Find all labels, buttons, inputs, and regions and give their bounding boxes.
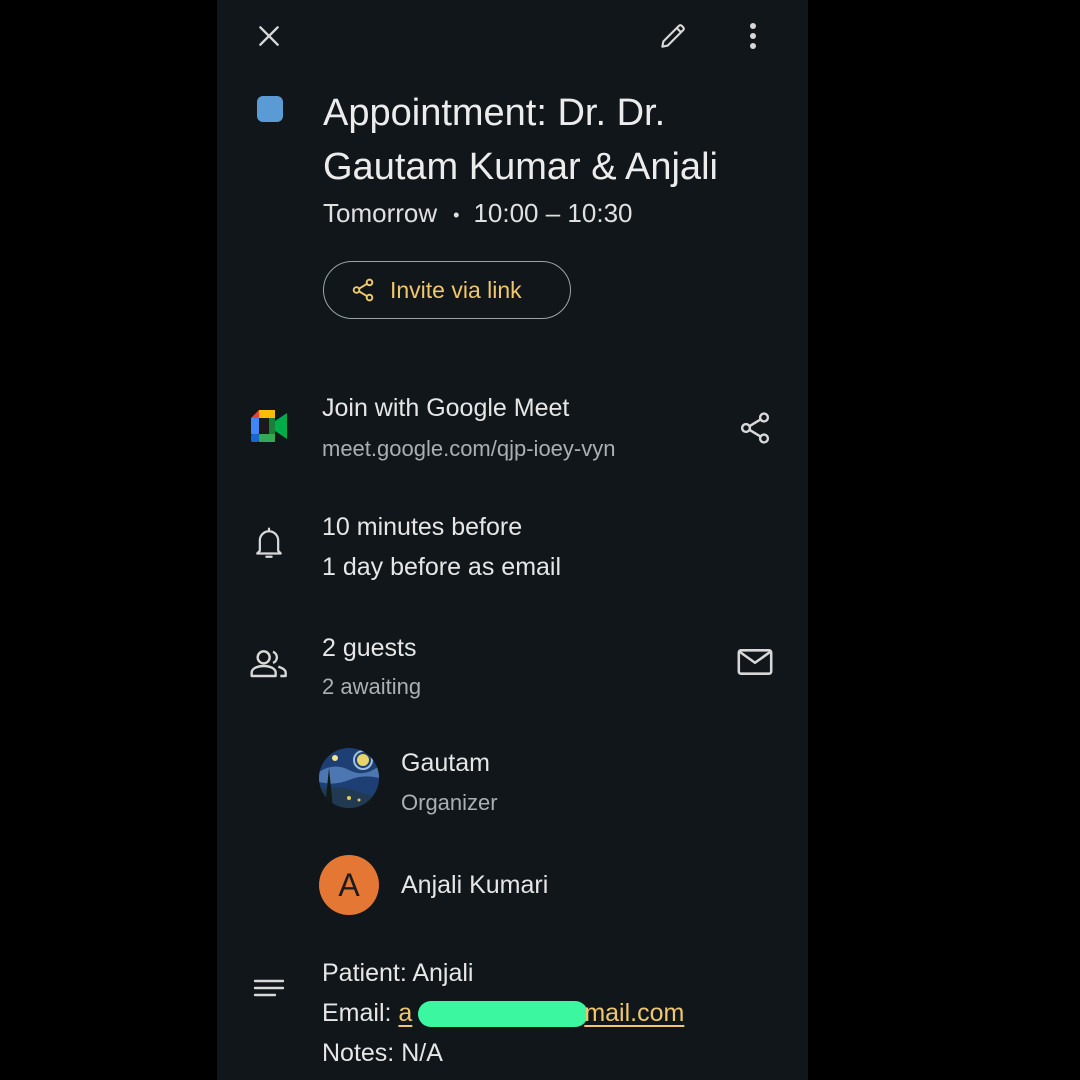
guest-count: 2 guests	[322, 634, 417, 662]
event-detail-screen: Appointment: Dr. Dr. Gautam Kumar & Anja…	[217, 0, 808, 1080]
guest-status: 2 awaiting	[322, 674, 422, 699]
share-icon	[740, 412, 770, 444]
email-label: Email:	[322, 999, 392, 1027]
meet-url[interactable]: meet.google.com/qjp-ioey-vyn	[322, 436, 615, 462]
google-meet-icon	[251, 410, 289, 442]
description-email: Email: a mail.com	[322, 999, 684, 1028]
invite-via-link-button[interactable]: Invite via link	[323, 261, 571, 319]
edit-button[interactable]	[651, 14, 695, 58]
close-icon	[259, 26, 279, 46]
event-time: 10:00 – 10:30	[473, 198, 633, 228]
bell-icon	[253, 526, 285, 560]
guest-role: Organizer	[401, 790, 498, 815]
avatar[interactable]	[319, 748, 379, 808]
notification-1[interactable]: 10 minutes before	[322, 513, 522, 542]
guest-name[interactable]: Anjali Kumari	[401, 871, 548, 900]
avatar[interactable]: A	[319, 855, 379, 915]
email-link[interactable]: a mail.com	[398, 999, 685, 1028]
share-icon	[352, 278, 374, 302]
email-end: mail.com	[584, 999, 685, 1027]
event-color-square	[257, 96, 283, 122]
more-vert-icon	[750, 23, 756, 49]
email-start: a	[398, 999, 413, 1027]
share-meet-button[interactable]	[731, 404, 779, 452]
invite-label: Invite via link	[390, 276, 522, 303]
separator-dot: •	[453, 204, 460, 225]
description-notes: Notes: N/A	[322, 1039, 443, 1067]
event-title: Appointment: Dr. Dr. Gautam Kumar & Anja…	[323, 92, 718, 188]
close-button[interactable]	[249, 16, 289, 56]
redaction-mark	[418, 1001, 589, 1028]
pencil-icon	[661, 24, 685, 48]
people-icon	[249, 648, 289, 680]
starry-night-avatar-image	[319, 748, 379, 808]
join-google-meet-link[interactable]: Join with Google Meet	[322, 394, 569, 423]
mail-icon	[737, 649, 773, 675]
event-datetime: Tomorrow • 10:00 – 10:30	[323, 198, 633, 229]
email-guests-button[interactable]	[731, 640, 779, 684]
more-options-button[interactable]	[733, 14, 773, 58]
event-day: Tomorrow	[323, 198, 438, 228]
notes-icon	[253, 978, 285, 1002]
guest-name[interactable]: Gautam	[401, 749, 490, 778]
description-patient: Patient: Anjali	[322, 959, 474, 987]
notification-2[interactable]: 1 day before as email	[322, 553, 561, 582]
